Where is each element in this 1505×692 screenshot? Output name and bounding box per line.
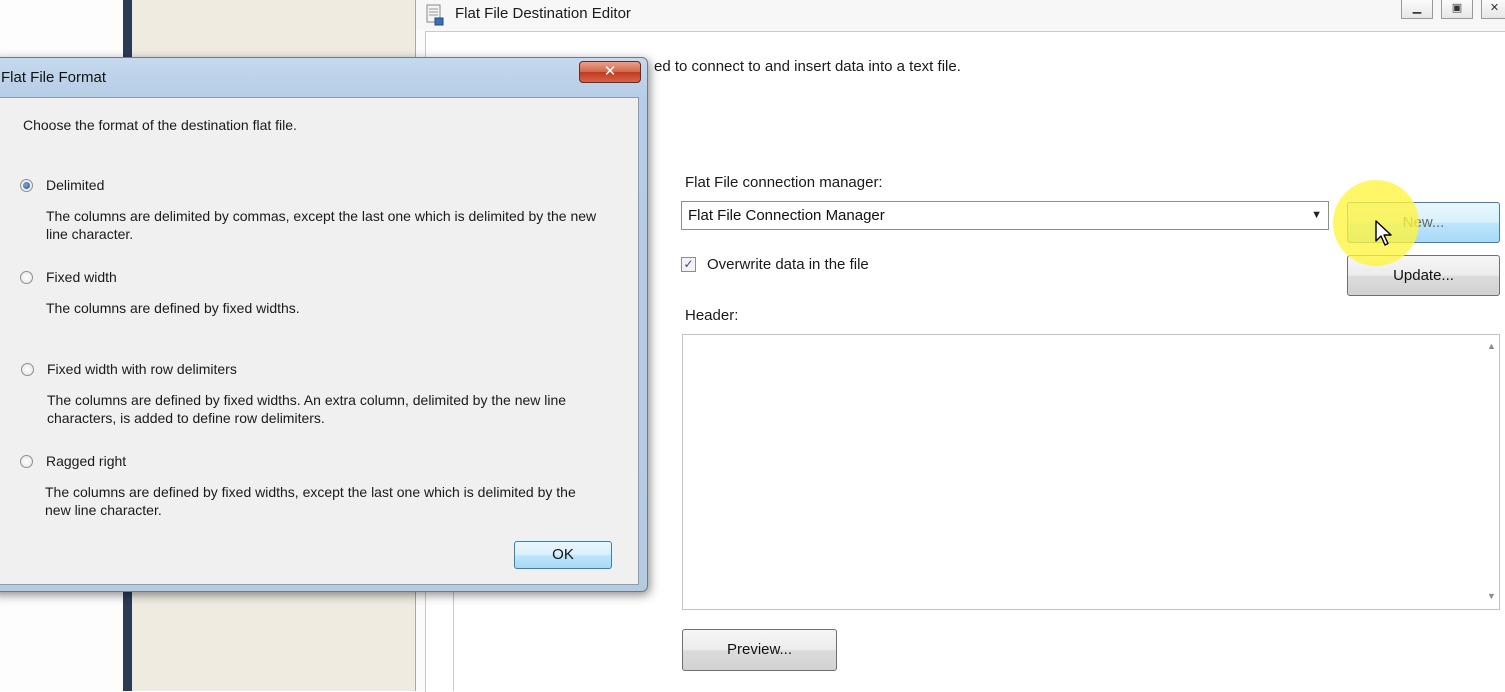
scroll-up-icon[interactable]: ▲ (1487, 341, 1496, 351)
dialog-title: Flat File Format (1, 69, 107, 86)
header-textarea[interactable] (682, 334, 1500, 610)
option-description-fixed-width-row-delimiters: The columns are defined by fixed widths.… (47, 392, 567, 408)
radio-fixed-width[interactable] (20, 271, 33, 284)
document-icon (426, 4, 444, 26)
connection-manager-label: Flat File connection manager: (685, 174, 883, 191)
option-label-ragged-right[interactable]: Ragged right (46, 452, 126, 470)
option-description-ragged-right: The columns are defined by fixed widths,… (45, 484, 576, 500)
flat-file-format-dialog: Flat File Format ✕ Choose the format of … (0, 57, 648, 592)
close-window-button[interactable]: ✕ (1481, 0, 1505, 19)
dialog-close-button[interactable]: ✕ (579, 61, 641, 83)
option-description-delimited-cont: line character. (46, 226, 134, 242)
scroll-down-icon[interactable]: ▼ (1487, 591, 1496, 601)
dialog-body: Choose the format of the destination fla… (0, 97, 639, 585)
sidebar-divider (453, 590, 454, 691)
header-scrollbar[interactable]: ▲ ▼ (1484, 335, 1500, 609)
connection-manager-value: Flat File Connection Manager (688, 207, 885, 224)
minimize-icon: ▁ (1412, 2, 1422, 14)
close-icon: ✕ (1489, 2, 1500, 14)
option-description-fixed-width-row-delimiters-cont: characters, is added to define row delim… (47, 410, 325, 426)
option-description-ragged-right-cont: new line character. (45, 502, 162, 518)
minimize-button[interactable]: ▁ (1401, 0, 1433, 19)
editor-titlebar[interactable]: Flat File Destination Editor ▁ ▣ ✕ (416, 0, 1505, 30)
option-label-delimited[interactable]: Delimited (46, 176, 104, 194)
editor-title: Flat File Destination Editor (455, 5, 631, 22)
dropdown-arrow-icon[interactable]: ▼ (1311, 209, 1322, 221)
ok-button[interactable]: OK (514, 541, 612, 569)
maximize-icon: ▣ (1451, 2, 1463, 14)
dialog-instruction: Choose the format of the destination fla… (23, 117, 297, 133)
maximize-button[interactable]: ▣ (1441, 0, 1473, 19)
header-label: Header: (685, 307, 739, 324)
mouse-pointer-icon (1375, 220, 1392, 246)
radio-ragged-right[interactable] (20, 455, 33, 468)
overwrite-checkbox[interactable]: ✓ (681, 257, 696, 272)
option-label-fixed-width-row-delimiters[interactable]: Fixed width with row delimiters (47, 360, 237, 378)
preview-button[interactable]: Preview... (682, 629, 837, 671)
option-label-fixed-width[interactable]: Fixed width (46, 268, 117, 286)
editor-description: ed to connect to and insert data into a … (654, 58, 961, 75)
option-description-delimited: The columns are delimited by commas, exc… (46, 208, 597, 224)
connection-manager-dropdown[interactable]: Flat File Connection Manager ▼ (681, 201, 1329, 230)
overwrite-label: Overwrite data in the file (707, 256, 869, 273)
radio-fixed-width-row-delimiters[interactable] (21, 363, 34, 376)
option-description-fixed-width: The columns are defined by fixed widths. (46, 300, 300, 316)
radio-delimited[interactable] (20, 179, 33, 192)
close-icon: ✕ (603, 63, 617, 80)
